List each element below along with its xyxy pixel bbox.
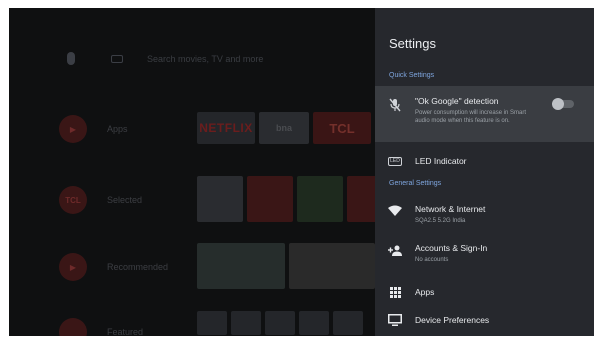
home-row-label: Featured <box>107 327 144 336</box>
home-row-label: Selected <box>107 195 143 205</box>
tcl-row-icon: TCL <box>59 186 87 214</box>
video-tile <box>197 243 285 289</box>
recommended-tiles <box>197 243 375 289</box>
general-settings-header: General Settings <box>389 180 442 187</box>
youtube-row-icon: ▶ <box>59 253 87 281</box>
tv-icon <box>375 314 415 326</box>
add-person-icon <box>375 245 415 256</box>
home-row-label: Apps <box>107 124 128 134</box>
selected-tiles <box>197 176 377 222</box>
home-row-apps: ▶ Apps <box>59 115 128 143</box>
led-indicator-title: LED Indicator <box>415 156 467 166</box>
network-subtitle: SQA2.5 5.2G India <box>415 218 466 224</box>
settings-panel: Settings Quick Settings "Ok Google" dete… <box>375 8 594 336</box>
apps-item[interactable]: Apps <box>375 282 594 302</box>
home-screen-dimmed: Search movies, TV and more ▶ Apps TCL Se… <box>9 8 377 336</box>
thumb-tile <box>265 311 295 335</box>
search-placeholder: Search movies, TV and more <box>147 53 264 64</box>
ok-google-toggle[interactable] <box>552 98 574 110</box>
tcl-tile: TCL <box>313 112 371 144</box>
mic-off-icon <box>375 98 415 112</box>
netflix-tile: NETFLIX <box>197 112 255 144</box>
settings-title: Settings <box>389 36 436 51</box>
ok-google-title: "Ok Google" detection <box>415 96 499 106</box>
apps-tiles: NETFLIX bna TCL <box>197 112 371 144</box>
ok-google-subtitle: Power consumption will increase in Smart… <box>415 110 527 124</box>
home-row-recommended: ▶ Recommended <box>59 253 168 281</box>
home-row-label: Recommended <box>107 262 169 272</box>
apps-row-icon: ▶ <box>59 115 87 143</box>
accounts-signin-item[interactable]: Accounts & Sign-In No accounts <box>375 243 594 273</box>
apps-grid-icon <box>375 286 415 298</box>
apps-title: Apps <box>415 287 435 297</box>
ok-google-detection-item[interactable]: "Ok Google" detection Power consumption … <box>375 86 594 142</box>
tv-screen: Search movies, TV and more ▶ Apps TCL Se… <box>9 8 594 336</box>
featured-tiles <box>197 311 363 335</box>
app-tile <box>247 176 293 222</box>
app-tile <box>297 176 343 222</box>
app-tile: bna <box>259 112 309 144</box>
toggle-knob <box>552 98 564 110</box>
featured-row-icon <box>59 318 87 336</box>
device-preferences-title: Device Preferences <box>415 315 490 325</box>
app-tile <box>347 176 377 222</box>
microphone-icon <box>67 52 75 65</box>
wifi-icon <box>375 205 415 216</box>
led-indicator-item[interactable]: LED LED Indicator <box>375 151 594 171</box>
thumb-tile <box>231 311 261 335</box>
thumb-tile <box>333 311 363 335</box>
thumb-tile <box>299 311 329 335</box>
home-row-selected: TCL Selected <box>59 186 142 214</box>
keyboard-icon <box>111 54 123 63</box>
network-internet-item[interactable]: Network & Internet SQA2.5 5.2G India <box>375 204 594 234</box>
quick-settings-header: Quick Settings <box>389 72 435 79</box>
led-icon: LED <box>388 156 402 166</box>
accounts-title: Accounts & Sign-In <box>415 243 488 253</box>
accounts-subtitle: No accounts <box>415 257 449 263</box>
thumb-tile <box>197 311 227 335</box>
home-row-featured: Featured <box>59 318 143 336</box>
video-tile <box>289 243 375 289</box>
device-preferences-item[interactable]: Device Preferences <box>375 310 594 330</box>
network-title: Network & Internet <box>415 204 486 214</box>
app-tile <box>197 176 243 222</box>
search-row: Search movies, TV and more <box>67 52 263 65</box>
